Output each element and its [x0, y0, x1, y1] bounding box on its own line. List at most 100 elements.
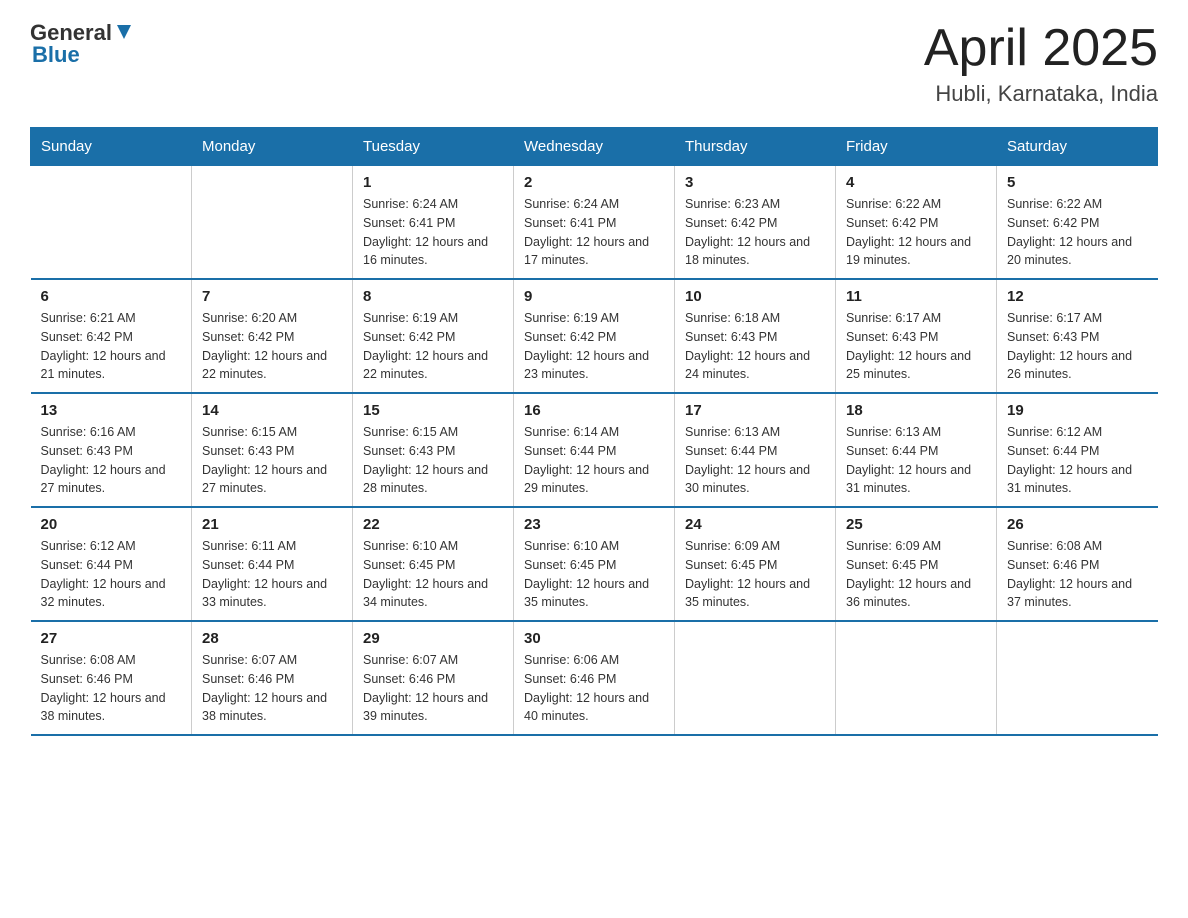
calendar-cell: 15 Sunrise: 6:15 AMSunset: 6:43 PMDayligh…: [353, 393, 514, 507]
day-info: Sunrise: 6:07 AMSunset: 6:46 PMDaylight:…: [202, 651, 342, 726]
day-info: Sunrise: 6:24 AMSunset: 6:41 PMDaylight:…: [524, 195, 664, 270]
calendar-cell: 13 Sunrise: 6:16 AMSunset: 6:43 PMDayligh…: [31, 393, 192, 507]
day-number: 1: [363, 174, 503, 191]
calendar-cell: 26Sunrise: 6:08 AMSunset: 6:46 PMDayligh…: [997, 507, 1158, 621]
weekday-header-sunday: Sunday: [31, 128, 192, 166]
logo: General Blue: [30, 20, 133, 68]
day-info: Sunrise: 6:12 AMSunset: 6:44 PMDaylight:…: [41, 537, 182, 612]
calendar-cell: 16Sunrise: 6:14 AMSunset: 6:44 PMDayligh…: [514, 393, 675, 507]
calendar-cell: 24 Sunrise: 6:09 AMSunset: 6:45 PMDayligh…: [675, 507, 836, 621]
day-info: Sunrise: 6:08 AMSunset: 6:46 PMDaylight:…: [41, 651, 182, 726]
day-info: Sunrise: 6:13 AMSunset: 6:44 PMDaylight:…: [685, 423, 825, 498]
day-info: Sunrise: 6:12 AMSunset: 6:44 PMDaylight:…: [1007, 423, 1148, 498]
calendar-cell: 30Sunrise: 6:06 AMSunset: 6:46 PMDayligh…: [514, 621, 675, 735]
day-number: 10: [685, 288, 825, 305]
calendar-cell: [997, 621, 1158, 735]
logo-text-blue: Blue: [32, 42, 80, 68]
day-number: 6: [41, 288, 182, 305]
day-number: 22: [363, 516, 503, 533]
calendar-cell: 20 Sunrise: 6:12 AMSunset: 6:44 PMDayligh…: [31, 507, 192, 621]
calendar-cell: 10 Sunrise: 6:18 AMSunset: 6:43 PMDayligh…: [675, 279, 836, 393]
day-number: 13: [41, 402, 182, 419]
calendar-cell: 7 Sunrise: 6:20 AMSunset: 6:42 PMDaylight…: [192, 279, 353, 393]
day-number: 20: [41, 516, 182, 533]
calendar-cell: 1 Sunrise: 6:24 AMSunset: 6:41 PMDaylight…: [353, 166, 514, 280]
calendar-cell: 2 Sunrise: 6:24 AMSunset: 6:41 PMDaylight…: [514, 166, 675, 280]
day-number: 9: [524, 288, 664, 305]
day-info: Sunrise: 6:19 AMSunset: 6:42 PMDaylight:…: [524, 309, 664, 384]
week-row-3: 13 Sunrise: 6:16 AMSunset: 6:43 PMDayligh…: [31, 393, 1158, 507]
day-info: Sunrise: 6:13 AMSunset: 6:44 PMDaylight:…: [846, 423, 986, 498]
day-number: 18: [846, 402, 986, 419]
day-info: Sunrise: 6:08 AMSunset: 6:46 PMDaylight:…: [1007, 537, 1148, 612]
day-info: Sunrise: 6:19 AMSunset: 6:42 PMDaylight:…: [363, 309, 503, 384]
day-info: Sunrise: 6:21 AMSunset: 6:42 PMDaylight:…: [41, 309, 182, 384]
day-info: Sunrise: 6:11 AMSunset: 6:44 PMDaylight:…: [202, 537, 342, 612]
day-info: Sunrise: 6:17 AMSunset: 6:43 PMDaylight:…: [1007, 309, 1148, 384]
day-number: 21: [202, 516, 342, 533]
weekday-header-tuesday: Tuesday: [353, 128, 514, 166]
week-row-2: 6 Sunrise: 6:21 AMSunset: 6:42 PMDaylight…: [31, 279, 1158, 393]
week-row-4: 20 Sunrise: 6:12 AMSunset: 6:44 PMDayligh…: [31, 507, 1158, 621]
weekday-header-saturday: Saturday: [997, 128, 1158, 166]
day-info: Sunrise: 6:09 AMSunset: 6:45 PMDaylight:…: [846, 537, 986, 612]
day-number: 24: [685, 516, 825, 533]
calendar-cell: [192, 166, 353, 280]
calendar-cell: 4Sunrise: 6:22 AMSunset: 6:42 PMDaylight…: [836, 166, 997, 280]
page-subtitle: Hubli, Karnataka, India: [924, 81, 1158, 107]
day-number: 8: [363, 288, 503, 305]
day-info: Sunrise: 6:09 AMSunset: 6:45 PMDaylight:…: [685, 537, 825, 612]
calendar-cell: 17Sunrise: 6:13 AMSunset: 6:44 PMDayligh…: [675, 393, 836, 507]
calendar-cell: [675, 621, 836, 735]
day-number: 29: [363, 630, 503, 647]
day-number: 11: [846, 288, 986, 305]
day-info: Sunrise: 6:15 AMSunset: 6:43 PMDaylight:…: [202, 423, 342, 498]
calendar-cell: 29 Sunrise: 6:07 AMSunset: 6:46 PMDayligh…: [353, 621, 514, 735]
calendar-cell: 12 Sunrise: 6:17 AMSunset: 6:43 PMDayligh…: [997, 279, 1158, 393]
day-number: 2: [524, 174, 664, 191]
calendar-table: SundayMondayTuesdayWednesdayThursdayFrid…: [30, 127, 1158, 736]
day-number: 19: [1007, 402, 1148, 419]
weekday-header-friday: Friday: [836, 128, 997, 166]
day-info: Sunrise: 6:15 AMSunset: 6:43 PMDaylight:…: [363, 423, 503, 498]
calendar-cell: 5 Sunrise: 6:22 AMSunset: 6:42 PMDaylight…: [997, 166, 1158, 280]
day-number: 12: [1007, 288, 1148, 305]
calendar-cell: 8 Sunrise: 6:19 AMSunset: 6:42 PMDaylight…: [353, 279, 514, 393]
day-info: Sunrise: 6:18 AMSunset: 6:43 PMDaylight:…: [685, 309, 825, 384]
week-row-1: 1 Sunrise: 6:24 AMSunset: 6:41 PMDaylight…: [31, 166, 1158, 280]
day-number: 3: [685, 174, 825, 191]
calendar-cell: 14Sunrise: 6:15 AMSunset: 6:43 PMDayligh…: [192, 393, 353, 507]
day-number: 7: [202, 288, 342, 305]
day-number: 27: [41, 630, 182, 647]
title-block: April 2025 Hubli, Karnataka, India: [924, 20, 1158, 107]
day-number: 25: [846, 516, 986, 533]
day-number: 23: [524, 516, 664, 533]
page-title: April 2025: [924, 20, 1158, 77]
calendar-cell: 27 Sunrise: 6:08 AMSunset: 6:46 PMDayligh…: [31, 621, 192, 735]
weekday-header-thursday: Thursday: [675, 128, 836, 166]
calendar-cell: 23 Sunrise: 6:10 AMSunset: 6:45 PMDayligh…: [514, 507, 675, 621]
calendar-cell: [31, 166, 192, 280]
calendar-cell: 9 Sunrise: 6:19 AMSunset: 6:42 PMDaylight…: [514, 279, 675, 393]
day-info: Sunrise: 6:20 AMSunset: 6:42 PMDaylight:…: [202, 309, 342, 384]
week-row-5: 27 Sunrise: 6:08 AMSunset: 6:46 PMDayligh…: [31, 621, 1158, 735]
day-info: Sunrise: 6:14 AMSunset: 6:44 PMDaylight:…: [524, 423, 664, 498]
weekday-header-monday: Monday: [192, 128, 353, 166]
day-info: Sunrise: 6:10 AMSunset: 6:45 PMDaylight:…: [524, 537, 664, 612]
calendar-cell: 19 Sunrise: 6:12 AMSunset: 6:44 PMDayligh…: [997, 393, 1158, 507]
day-info: Sunrise: 6:07 AMSunset: 6:46 PMDaylight:…: [363, 651, 503, 726]
calendar-cell: 22 Sunrise: 6:10 AMSunset: 6:45 PMDayligh…: [353, 507, 514, 621]
day-number: 15: [363, 402, 503, 419]
day-info: Sunrise: 6:22 AMSunset: 6:42 PMDaylight:…: [1007, 195, 1148, 270]
logo-triangle-icon: [115, 23, 133, 46]
day-info: Sunrise: 6:24 AMSunset: 6:41 PMDaylight:…: [363, 195, 503, 270]
day-number: 30: [524, 630, 664, 647]
day-info: Sunrise: 6:17 AMSunset: 6:43 PMDaylight:…: [846, 309, 986, 384]
page-header: General Blue April 2025 Hubli, Karnataka…: [30, 20, 1158, 107]
day-info: Sunrise: 6:10 AMSunset: 6:45 PMDaylight:…: [363, 537, 503, 612]
day-info: Sunrise: 6:16 AMSunset: 6:43 PMDaylight:…: [41, 423, 182, 498]
calendar-cell: 3Sunrise: 6:23 AMSunset: 6:42 PMDaylight…: [675, 166, 836, 280]
day-info: Sunrise: 6:22 AMSunset: 6:42 PMDaylight:…: [846, 195, 986, 270]
day-number: 5: [1007, 174, 1148, 191]
calendar-cell: 6 Sunrise: 6:21 AMSunset: 6:42 PMDaylight…: [31, 279, 192, 393]
